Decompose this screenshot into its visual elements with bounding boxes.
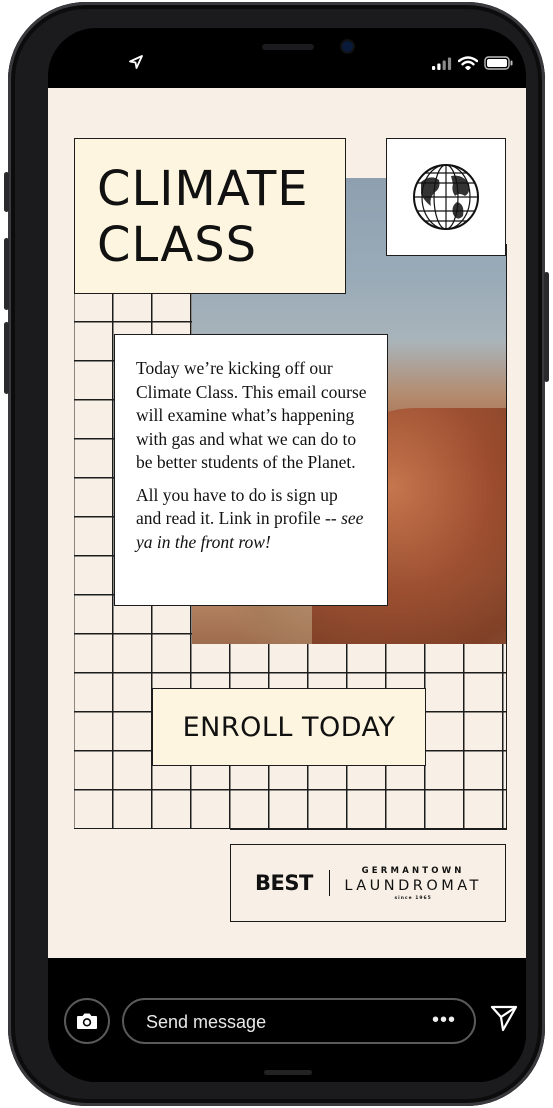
notch — [174, 28, 402, 74]
enroll-today-button[interactable]: ENROLL TODAY — [152, 688, 426, 766]
story-reply-bar: ••• — [48, 958, 526, 1082]
brand-laundromat-logo: GERMANTOWN LAUNDROMAT since 1965 — [344, 866, 482, 901]
globe-icon — [413, 164, 479, 230]
globe-box — [386, 138, 506, 256]
grid-gap — [74, 829, 230, 958]
front-camera — [342, 41, 353, 52]
signal-bars-icon — [432, 57, 452, 70]
home-indicator — [264, 1070, 312, 1075]
brand-laundromat: LAUNDROMAT — [344, 877, 482, 894]
brand-best: BEST — [255, 871, 313, 895]
title-box: CLIMATE CLASS — [74, 138, 346, 294]
send-paper-plane-icon[interactable] — [490, 1004, 518, 1032]
story-content: CLIMATE CLASS Today we’re kicking off ou… — [48, 88, 526, 958]
location-arrow-icon — [129, 55, 143, 69]
brand-divider — [328, 870, 331, 896]
phone-frame: CLIMATE CLASS Today we’re kicking off ou… — [4, 2, 549, 1106]
more-options-icon[interactable]: ••• — [432, 1010, 456, 1030]
message-field[interactable]: ••• — [122, 998, 476, 1044]
body-paragraph-1: Today we’re kicking off our Climate Clas… — [136, 358, 367, 472]
volume-up-button — [4, 238, 9, 310]
power-button — [544, 272, 549, 382]
phone-screen: CLIMATE CLASS Today we’re kicking off ou… — [48, 28, 526, 1082]
volume-down-button — [4, 322, 9, 394]
battery-icon — [484, 56, 513, 70]
page-title: CLIMATE CLASS — [97, 161, 309, 273]
earpiece-speaker — [262, 44, 314, 50]
send-message-input[interactable] — [144, 1009, 428, 1035]
status-icons — [432, 56, 514, 70]
mute-switch — [4, 172, 9, 212]
brand-logo: BEST GERMANTOWN LAUNDROMAT since 1965 — [230, 844, 506, 922]
brand-germantown: GERMANTOWN — [361, 865, 465, 876]
body-text-box: Today we’re kicking off our Climate Clas… — [114, 334, 388, 606]
body-paragraph-2: All you have to do is sign up and read i… — [136, 484, 367, 555]
camera-button[interactable] — [64, 998, 110, 1044]
brand-since: since 1965 — [394, 895, 432, 901]
wifi-icon — [458, 56, 478, 70]
body-paragraph-2-text: All you have to do is sign up and read i… — [136, 484, 338, 529]
camera-icon — [77, 1013, 97, 1029]
